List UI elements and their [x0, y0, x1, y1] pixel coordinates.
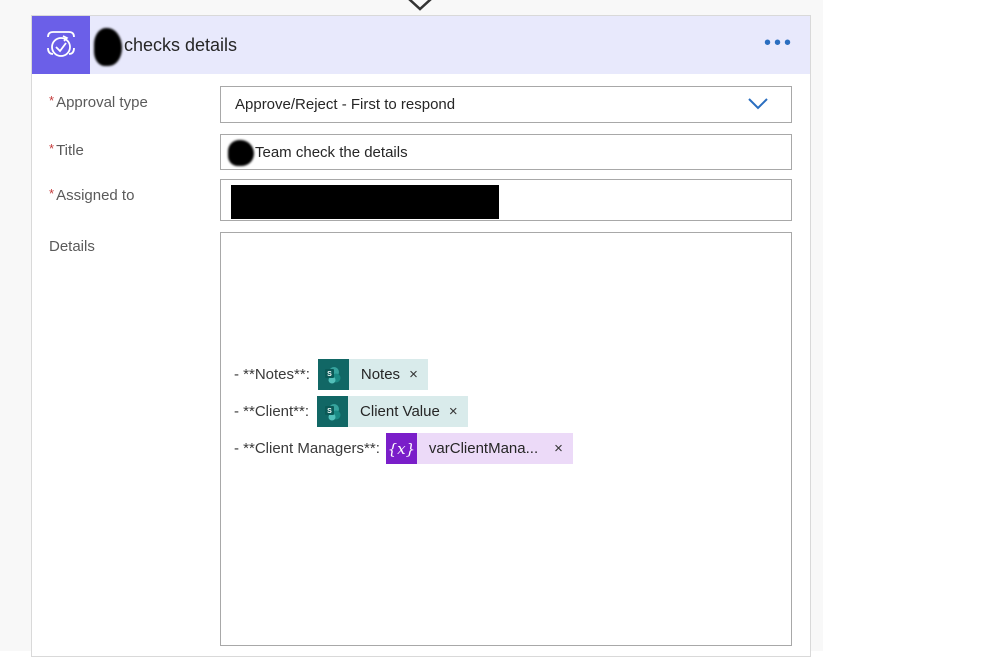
details-line-notes: - **Notes**: S Notes ×	[234, 359, 428, 390]
remove-token-icon[interactable]: ×	[554, 440, 563, 457]
sharepoint-icon: S	[317, 396, 349, 427]
dynamic-content-token[interactable]: S Client Value ×	[317, 396, 468, 427]
action-title: checks details	[124, 35, 238, 55]
token-label: Notes	[360, 366, 401, 383]
assigned-to-label: * Assigned to	[49, 186, 134, 204]
approval-type-label: * Approval type	[49, 93, 148, 111]
details-line-prefix: - **Notes**:	[234, 366, 310, 383]
required-mark: *	[49, 186, 55, 201]
assigned-to-label-text: Assigned to	[56, 187, 135, 204]
redacted-region	[94, 28, 122, 66]
details-editor[interactable]: - **Notes**: S Notes × - **Client**: S Cl…	[220, 232, 792, 646]
redacted-region	[231, 185, 499, 219]
token-label: varClientMana...	[428, 440, 539, 457]
token-label: Client Value	[360, 403, 440, 420]
approval-type-label-text: Approval type	[56, 94, 148, 111]
remove-token-icon[interactable]: ×	[409, 366, 418, 383]
approval-icon	[32, 16, 90, 74]
details-line-client-managers: - **Client Managers**: {x} varClientMana…	[234, 433, 573, 464]
remove-token-icon[interactable]: ×	[449, 403, 458, 420]
title-input[interactable]: Team check the details	[220, 134, 792, 170]
more-options-button[interactable]: •••	[764, 33, 794, 53]
details-label: Details	[49, 238, 95, 255]
sharepoint-icon: S	[317, 359, 349, 390]
svg-text:S: S	[327, 408, 332, 415]
connector-arrow-icon	[408, 0, 432, 11]
required-mark: *	[49, 93, 55, 108]
dynamic-content-token[interactable]: S Notes ×	[317, 359, 428, 390]
approval-type-dropdown[interactable]: Approve/Reject - First to respond	[220, 86, 792, 123]
variable-icon: {x}	[385, 433, 417, 464]
chevron-down-icon	[748, 98, 768, 110]
approval-action-card: checks details ••• * Approval type Approv…	[31, 15, 811, 657]
details-line-prefix: - **Client Managers**:	[234, 440, 380, 457]
details-line-prefix: - **Client**:	[234, 403, 310, 420]
required-mark: *	[49, 141, 55, 156]
approval-type-value: Approve/Reject - First to respond	[235, 96, 456, 113]
assigned-to-input[interactable]	[220, 179, 792, 221]
redacted-region	[228, 140, 254, 166]
details-line-client: - **Client**: S Client Value ×	[234, 396, 468, 427]
svg-text:S: S	[328, 371, 333, 378]
variable-token[interactable]: {x} varClientMana... ×	[385, 433, 573, 464]
title-value: Team check the details	[255, 144, 408, 161]
title-label: * Title	[49, 141, 84, 159]
title-label-text: Title	[56, 142, 84, 159]
action-header[interactable]: checks details •••	[32, 16, 810, 74]
